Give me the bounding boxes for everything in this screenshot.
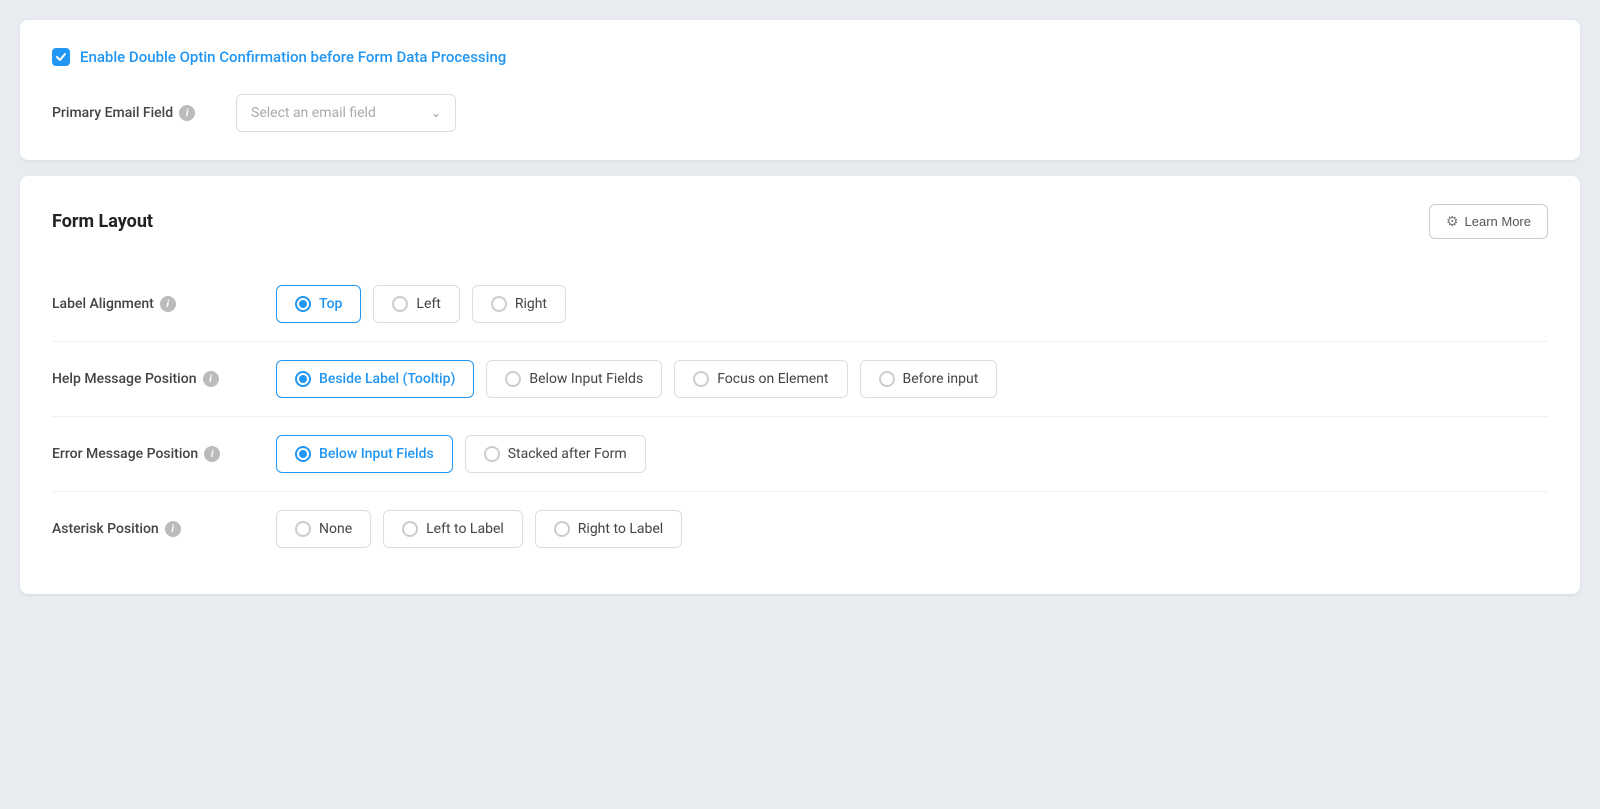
asterisk-position-left-to-label[interactable]: Left to Label: [383, 510, 523, 548]
radio-dot: [693, 371, 709, 387]
label-alignment-left[interactable]: Left: [373, 285, 459, 323]
radio-dot: [554, 521, 570, 537]
label-alignment-info-icon[interactable]: i: [160, 296, 176, 312]
help-message-focus-element[interactable]: Focus on Element: [674, 360, 847, 398]
form-layout-title: Form Layout: [52, 211, 153, 232]
radio-dot: [295, 371, 311, 387]
help-message-before-input[interactable]: Before input: [860, 360, 998, 398]
gear-icon: ⚙: [1446, 213, 1459, 230]
form-layout-section: Form Layout ⚙ Learn More Label Alignment…: [20, 176, 1580, 594]
help-message-info-icon[interactable]: i: [203, 371, 219, 387]
email-field-select[interactable]: Select an email field ⌄: [236, 94, 456, 132]
label-alignment-right[interactable]: Right: [472, 285, 566, 323]
help-message-options: Beside Label (Tooltip) Below Input Field…: [276, 360, 997, 398]
radio-dot: [392, 296, 408, 312]
radio-dot: [402, 521, 418, 537]
optin-section: Enable Double Optin Confirmation before …: [20, 20, 1580, 160]
primary-email-field-row: Primary Email Field i Select an email fi…: [52, 94, 1548, 132]
error-message-options: Below Input Fields Stacked after Form: [276, 435, 646, 473]
email-field-label: Primary Email Field i: [52, 105, 212, 121]
help-message-position-label: Help Message Position i: [52, 371, 252, 387]
help-message-below-input[interactable]: Below Input Fields: [486, 360, 662, 398]
radio-dot: [505, 371, 521, 387]
label-alignment-options: Top Left Right: [276, 285, 566, 323]
help-message-beside-label[interactable]: Beside Label (Tooltip): [276, 360, 474, 398]
optin-checkbox-label: Enable Double Optin Confirmation before …: [80, 48, 506, 66]
error-message-position-row: Error Message Position i Below Input Fie…: [52, 417, 1548, 492]
radio-dot: [491, 296, 507, 312]
label-alignment-row: Label Alignment i Top Left Right: [52, 267, 1548, 342]
asterisk-position-options: None Left to Label Right to Label: [276, 510, 682, 548]
learn-more-button[interactable]: ⚙ Learn More: [1429, 204, 1548, 239]
asterisk-position-row: Asterisk Position i None Left to Label R…: [52, 492, 1548, 566]
label-alignment-top[interactable]: Top: [276, 285, 361, 323]
radio-dot: [295, 521, 311, 537]
error-message-info-icon[interactable]: i: [204, 446, 220, 462]
asterisk-position-info-icon[interactable]: i: [165, 521, 181, 537]
help-message-position-row: Help Message Position i Beside Label (To…: [52, 342, 1548, 417]
asterisk-position-label: Asterisk Position i: [52, 521, 252, 537]
optin-checkbox[interactable]: [52, 48, 70, 66]
radio-dot: [295, 296, 311, 312]
radio-dot: [295, 446, 311, 462]
error-message-stacked-after[interactable]: Stacked after Form: [465, 435, 646, 473]
radio-dot: [879, 371, 895, 387]
optin-checkbox-row[interactable]: Enable Double Optin Confirmation before …: [52, 48, 1548, 66]
email-field-info-icon[interactable]: i: [179, 105, 195, 121]
error-message-position-label: Error Message Position i: [52, 446, 252, 462]
form-layout-header: Form Layout ⚙ Learn More: [52, 204, 1548, 239]
error-message-below-input[interactable]: Below Input Fields: [276, 435, 453, 473]
asterisk-position-right-to-label[interactable]: Right to Label: [535, 510, 682, 548]
chevron-down-icon: ⌄: [431, 106, 441, 120]
radio-dot: [484, 446, 500, 462]
label-alignment-label: Label Alignment i: [52, 296, 252, 312]
asterisk-position-none[interactable]: None: [276, 510, 371, 548]
